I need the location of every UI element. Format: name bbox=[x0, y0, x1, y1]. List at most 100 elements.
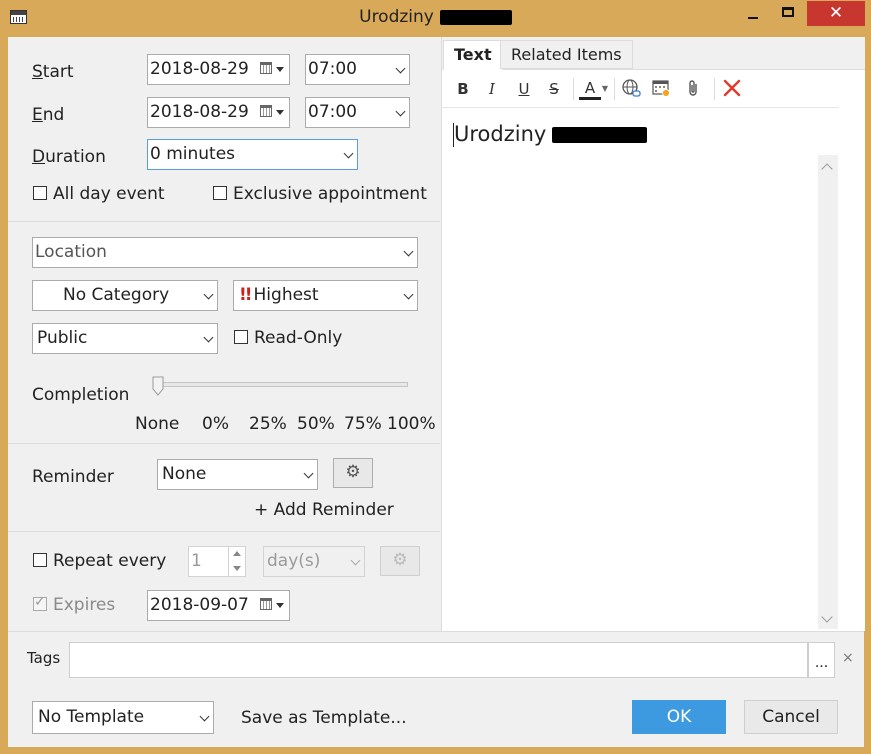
priority-high-icon: !! bbox=[239, 285, 252, 305]
ok-button[interactable]: OK bbox=[632, 700, 726, 734]
priority-select[interactable]: !! Highest bbox=[233, 280, 418, 311]
repeat-unit-select[interactable]: day(s) bbox=[263, 546, 365, 577]
arrow-down-icon bbox=[233, 566, 241, 571]
visibility-select[interactable]: Public bbox=[32, 323, 218, 354]
save-as-template-link[interactable]: Save as Template... bbox=[241, 708, 407, 728]
maximize-button[interactable] bbox=[776, 0, 802, 27]
notes-content[interactable]: Urodziny bbox=[454, 122, 648, 146]
calendar-icon bbox=[260, 105, 272, 117]
insert-date-button[interactable] bbox=[650, 78, 672, 100]
redacted-name bbox=[439, 9, 512, 25]
chevron-down-icon bbox=[343, 148, 354, 159]
chevron-down-icon bbox=[350, 555, 361, 566]
chevron-down-icon bbox=[403, 289, 414, 300]
redacted-name bbox=[552, 127, 648, 143]
calendar-icon bbox=[260, 62, 272, 74]
chevron-down-icon bbox=[199, 711, 210, 722]
attach-button[interactable] bbox=[682, 78, 704, 100]
globe-link-icon bbox=[622, 79, 641, 97]
scroll-up-icon[interactable] bbox=[821, 163, 833, 175]
toolbar-separator bbox=[714, 78, 715, 100]
expires-checkbox[interactable] bbox=[33, 594, 47, 611]
repeat-interval-stepper[interactable]: 1 bbox=[188, 546, 246, 577]
divider bbox=[8, 531, 440, 532]
calendar-insert-icon bbox=[652, 80, 670, 97]
delete-x-icon bbox=[723, 79, 741, 97]
properties-panel: Start 2018-08-29 07:00 End 2018-08-29 07… bbox=[8, 37, 440, 631]
tick-label: 75% bbox=[344, 414, 382, 434]
expires-label[interactable]: Expires bbox=[53, 595, 115, 615]
duration-select[interactable]: 0 minutes bbox=[147, 139, 358, 170]
exclusive-label[interactable]: Exclusive appointment bbox=[233, 184, 427, 204]
all-day-label[interactable]: All day event bbox=[53, 184, 165, 204]
repeat-settings-button[interactable]: ⚙ bbox=[380, 546, 420, 576]
title-bar[interactable]: Urodziny ✕ bbox=[0, 0, 871, 36]
template-select[interactable]: No Template bbox=[32, 701, 214, 734]
format-toolbar: B I U S A ▼ bbox=[442, 70, 839, 108]
clear-format-button[interactable] bbox=[721, 78, 743, 100]
dialog-body: Start 2018-08-29 07:00 End 2018-08-29 07… bbox=[8, 37, 865, 747]
completion-slider-thumb[interactable] bbox=[152, 376, 164, 396]
end-time-select[interactable]: 07:00 bbox=[305, 97, 410, 128]
notes-tabs: Text Related Items bbox=[442, 37, 865, 70]
reminder-label: Reminder bbox=[32, 467, 114, 487]
footer-bar: No Template Save as Template... OK Cance… bbox=[8, 688, 864, 747]
calendar-icon bbox=[260, 598, 272, 610]
start-label: Start bbox=[32, 62, 74, 82]
chevron-down-icon bbox=[203, 332, 214, 343]
chevron-down-icon bbox=[276, 110, 284, 115]
exclusive-checkbox[interactable] bbox=[213, 186, 227, 200]
tags-label: Tags bbox=[27, 649, 61, 667]
tags-input[interactable] bbox=[69, 642, 808, 678]
tags-clear-icon[interactable]: × bbox=[842, 650, 854, 666]
minimize-icon bbox=[748, 17, 758, 19]
tab-text[interactable]: Text bbox=[443, 40, 503, 70]
font-color-dropdown-icon[interactable]: ▼ bbox=[600, 78, 610, 100]
add-reminder-link[interactable]: + Add Reminder bbox=[254, 500, 394, 520]
completion-slider-track[interactable] bbox=[153, 382, 408, 387]
notes-scrollbar[interactable] bbox=[818, 155, 838, 629]
stepper-arrows[interactable] bbox=[228, 547, 245, 576]
end-date-picker[interactable]: 2018-08-29 bbox=[147, 97, 290, 128]
readonly-label[interactable]: Read-Only bbox=[254, 328, 342, 348]
repeat-label[interactable]: Repeat every bbox=[53, 551, 166, 571]
maximize-icon bbox=[782, 7, 794, 17]
minimize-button[interactable] bbox=[735, 0, 771, 27]
category-select[interactable]: No Category bbox=[32, 280, 218, 311]
chevron-down-icon bbox=[395, 63, 406, 74]
reminder-settings-button[interactable]: ⚙ bbox=[333, 458, 373, 488]
tick-label: 100% bbox=[387, 414, 436, 434]
tick-label: 50% bbox=[297, 414, 335, 434]
reminder-select[interactable]: None bbox=[157, 459, 318, 490]
tick-label: 0% bbox=[202, 414, 229, 434]
start-date-picker[interactable]: 2018-08-29 bbox=[147, 54, 290, 85]
gear-icon: ⚙ bbox=[345, 462, 361, 482]
expires-date-picker[interactable]: 2018-09-07 bbox=[147, 590, 290, 621]
location-select[interactable]: Location bbox=[32, 237, 418, 268]
readonly-checkbox[interactable] bbox=[234, 330, 248, 344]
notes-panel: Text Related Items B I U S A ▼ Urodziny bbox=[441, 37, 865, 631]
close-button[interactable]: ✕ bbox=[807, 1, 865, 26]
completion-label: Completion bbox=[32, 385, 130, 405]
tags-browse-button[interactable]: ... bbox=[808, 642, 835, 678]
font-color-button[interactable]: A bbox=[579, 78, 601, 100]
strikethrough-button[interactable]: S bbox=[543, 78, 565, 100]
divider bbox=[8, 443, 440, 444]
toolbar-separator bbox=[614, 78, 615, 100]
cancel-button[interactable]: Cancel bbox=[744, 700, 838, 734]
all-day-checkbox[interactable] bbox=[33, 186, 47, 200]
toolbar-separator bbox=[573, 78, 574, 100]
underline-button[interactable]: U bbox=[513, 78, 535, 100]
tags-row: Tags ... × bbox=[8, 631, 864, 689]
tab-related-items[interactable]: Related Items bbox=[500, 40, 633, 69]
start-time-select[interactable]: 07:00 bbox=[305, 54, 410, 85]
insert-link-button[interactable] bbox=[620, 78, 642, 100]
appointment-window: Urodziny ✕ Start 2018-08-29 07:00 End 20… bbox=[0, 0, 871, 754]
chevron-down-icon bbox=[276, 603, 284, 608]
paperclip-icon bbox=[689, 80, 697, 96]
duration-label: Duration bbox=[32, 147, 106, 167]
bold-button[interactable]: B bbox=[452, 78, 474, 100]
italic-button[interactable]: I bbox=[481, 78, 503, 100]
scroll-down-icon[interactable] bbox=[821, 611, 833, 623]
repeat-checkbox[interactable] bbox=[33, 553, 47, 567]
